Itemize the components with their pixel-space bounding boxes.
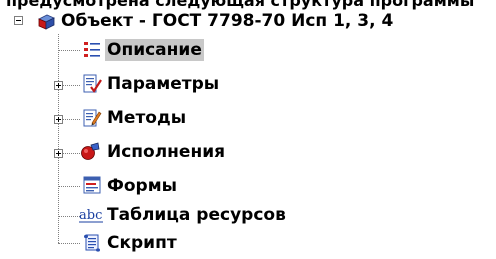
tree-connector-line — [58, 243, 80, 244]
tree-connector-line — [63, 85, 80, 86]
tree-connector-line — [58, 50, 80, 51]
tree-item-resource-table[interactable]: Таблица ресурсов — [105, 204, 288, 226]
tree-connector-line — [58, 34, 59, 243]
tree-item-executions[interactable]: Исполнения — [105, 141, 227, 163]
tree-item-methods[interactable]: Методы — [105, 107, 188, 129]
forms-window-icon — [83, 176, 101, 194]
tree-connector-line — [63, 153, 80, 154]
resource-table-abc-icon: abc — [79, 208, 103, 223]
tree-item-description[interactable]: Описание — [105, 39, 204, 61]
description-list-icon — [84, 42, 100, 57]
object-cube-icon — [38, 14, 55, 30]
tree-connector-line — [58, 216, 80, 217]
object-tree: Объект - ГОСТ 7798-70 Исп 1, 3, 4 Описан… — [0, 0, 496, 259]
tree-item-script[interactable]: Скрипт — [105, 232, 179, 254]
root-collapse-toggle[interactable] — [14, 16, 23, 25]
parameters-check-icon — [83, 74, 102, 93]
tree-connector-line — [58, 186, 80, 187]
tree-item-forms[interactable]: Формы — [105, 175, 179, 197]
tree-item-parameters[interactable]: Параметры — [105, 73, 221, 95]
tree-root-label[interactable]: Объект - ГОСТ 7798-70 Исп 1, 3, 4 — [59, 10, 395, 32]
tree-connector-line — [63, 119, 80, 120]
parameters-expand-toggle[interactable] — [54, 81, 63, 90]
script-scroll-icon — [84, 234, 100, 252]
methods-edit-icon — [83, 109, 102, 127]
executions-expand-toggle[interactable] — [54, 149, 63, 158]
svg-text:abc: abc — [79, 208, 102, 223]
executions-sphere-icon — [81, 142, 100, 160]
methods-expand-toggle[interactable] — [54, 115, 63, 124]
